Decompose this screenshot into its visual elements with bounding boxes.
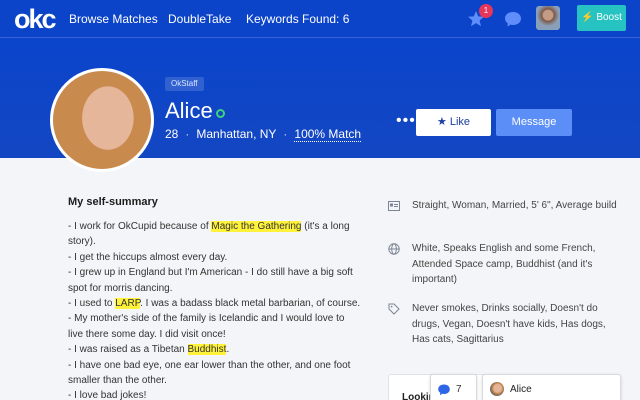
chat-avatar (490, 382, 504, 396)
tag-icon (388, 303, 400, 315)
summary-text: - I have one bad eye, one ear lower than… (68, 359, 351, 371)
message-button[interactable]: Message (496, 109, 572, 136)
user-avatar[interactable] (536, 6, 560, 30)
summary-line: story). (68, 234, 363, 249)
summary-line: smaller than the other. (68, 373, 363, 388)
summary-text: story). (68, 236, 96, 248)
summary-line: - I get the hiccups almost every day. (68, 250, 363, 265)
boost-label: Boost (596, 12, 622, 23)
keyword-highlight: Buddhist (187, 344, 227, 356)
summary-text: spot for morris dancing. (68, 282, 173, 294)
profile-name: Alice (165, 98, 213, 123)
okc-logo[interactable]: okc (14, 5, 57, 33)
summary-line: - I grew up in England but I'm American … (68, 265, 363, 280)
star-icon: ★ (436, 116, 447, 128)
id-card-icon (388, 201, 400, 211)
summary-line: live there some day. I did visit once! (68, 327, 363, 342)
more-options-icon[interactable]: ••• (396, 113, 416, 129)
summary-text: - I used to (68, 298, 116, 310)
summary-line: - I love bad jokes! (68, 388, 363, 400)
summary-line: - I work for OkCupid because of Magic th… (68, 219, 363, 234)
notification-badge: 1 (479, 4, 493, 18)
nav-doubletake[interactable]: DoubleTake (168, 12, 231, 26)
chat-count: 7 (456, 384, 462, 395)
summary-text: - I love bad jokes! (68, 390, 147, 400)
summary-text: - My mother's side of the family is Icel… (68, 313, 345, 325)
boost-button[interactable]: ⚡ Boost (577, 5, 626, 31)
summary-text: live there some day. I did visit once! (68, 328, 226, 340)
detail-lifestyle-text: Never smokes, Drinks socially, Doesn't d… (412, 303, 606, 345)
like-label: Like (449, 116, 471, 128)
summary-text: smaller than the other. (68, 375, 167, 387)
profile-subline: 28 · Manhattan, NY · 100% Match (165, 127, 362, 142)
separator-dot: · (185, 127, 190, 141)
profile-age: 28 (165, 127, 179, 141)
self-summary-title: My self-summary (68, 196, 158, 208)
profile-location: Manhattan, NY (196, 127, 277, 141)
summary-line: spot for morris dancing. (68, 281, 363, 296)
chat-name: Alice (510, 384, 532, 395)
summary-text: . (226, 344, 230, 356)
keyword-highlight: LARP (115, 298, 141, 310)
chat-bubble-icon (438, 384, 450, 396)
lightning-icon: ⚡ (581, 12, 594, 23)
separator-dot: · (283, 127, 288, 141)
profile-photo[interactable] (50, 68, 154, 172)
staff-badge: OkStaff (165, 77, 204, 91)
keyword-highlight: Magic the Gathering (211, 221, 302, 232)
nav-browse-matches[interactable]: Browse Matches (69, 12, 158, 26)
summary-text: - I grew up in England but I'm American … (68, 267, 353, 279)
detail-basics: Straight, Woman, Married, 5' 6", Average… (388, 198, 618, 238)
summary-line: - My mother's side of the family is Icel… (68, 311, 363, 326)
summary-text: (it's a long (301, 221, 350, 232)
globe-icon (388, 243, 400, 255)
summary-text: . I was a badass black metal barbarian, … (140, 298, 361, 310)
detail-basics-text: Straight, Woman, Married, 5' 6", Average… (412, 200, 617, 211)
match-percentage[interactable]: 100% Match (294, 127, 362, 142)
summary-text: - I work for OkCupid because of (68, 221, 212, 232)
summary-line: - I have one bad eye, one ear lower than… (68, 358, 363, 373)
self-summary-text: - I work for OkCupid because of Magic th… (68, 219, 363, 400)
nav-keywords-found[interactable]: Keywords Found: 6 (246, 12, 349, 26)
summary-text: - I get the hiccups almost every day. (68, 251, 228, 263)
summary-line: - I used to LARP. I was a badass black m… (68, 296, 363, 311)
detail-background: White, Speaks English and some French, A… (388, 241, 618, 297)
online-status-icon (216, 109, 225, 118)
summary-text: - I was raised as a Tibetan (68, 344, 188, 356)
detail-lifestyle: Never smokes, Drinks socially, Doesn't d… (388, 301, 618, 365)
messages-icon[interactable] (503, 9, 523, 29)
summary-line: - I was raised as a Tibetan Buddhist. (68, 342, 363, 357)
detail-background-text: White, Speaks English and some French, A… (412, 243, 596, 285)
like-button[interactable]: ★ Like (416, 109, 491, 136)
